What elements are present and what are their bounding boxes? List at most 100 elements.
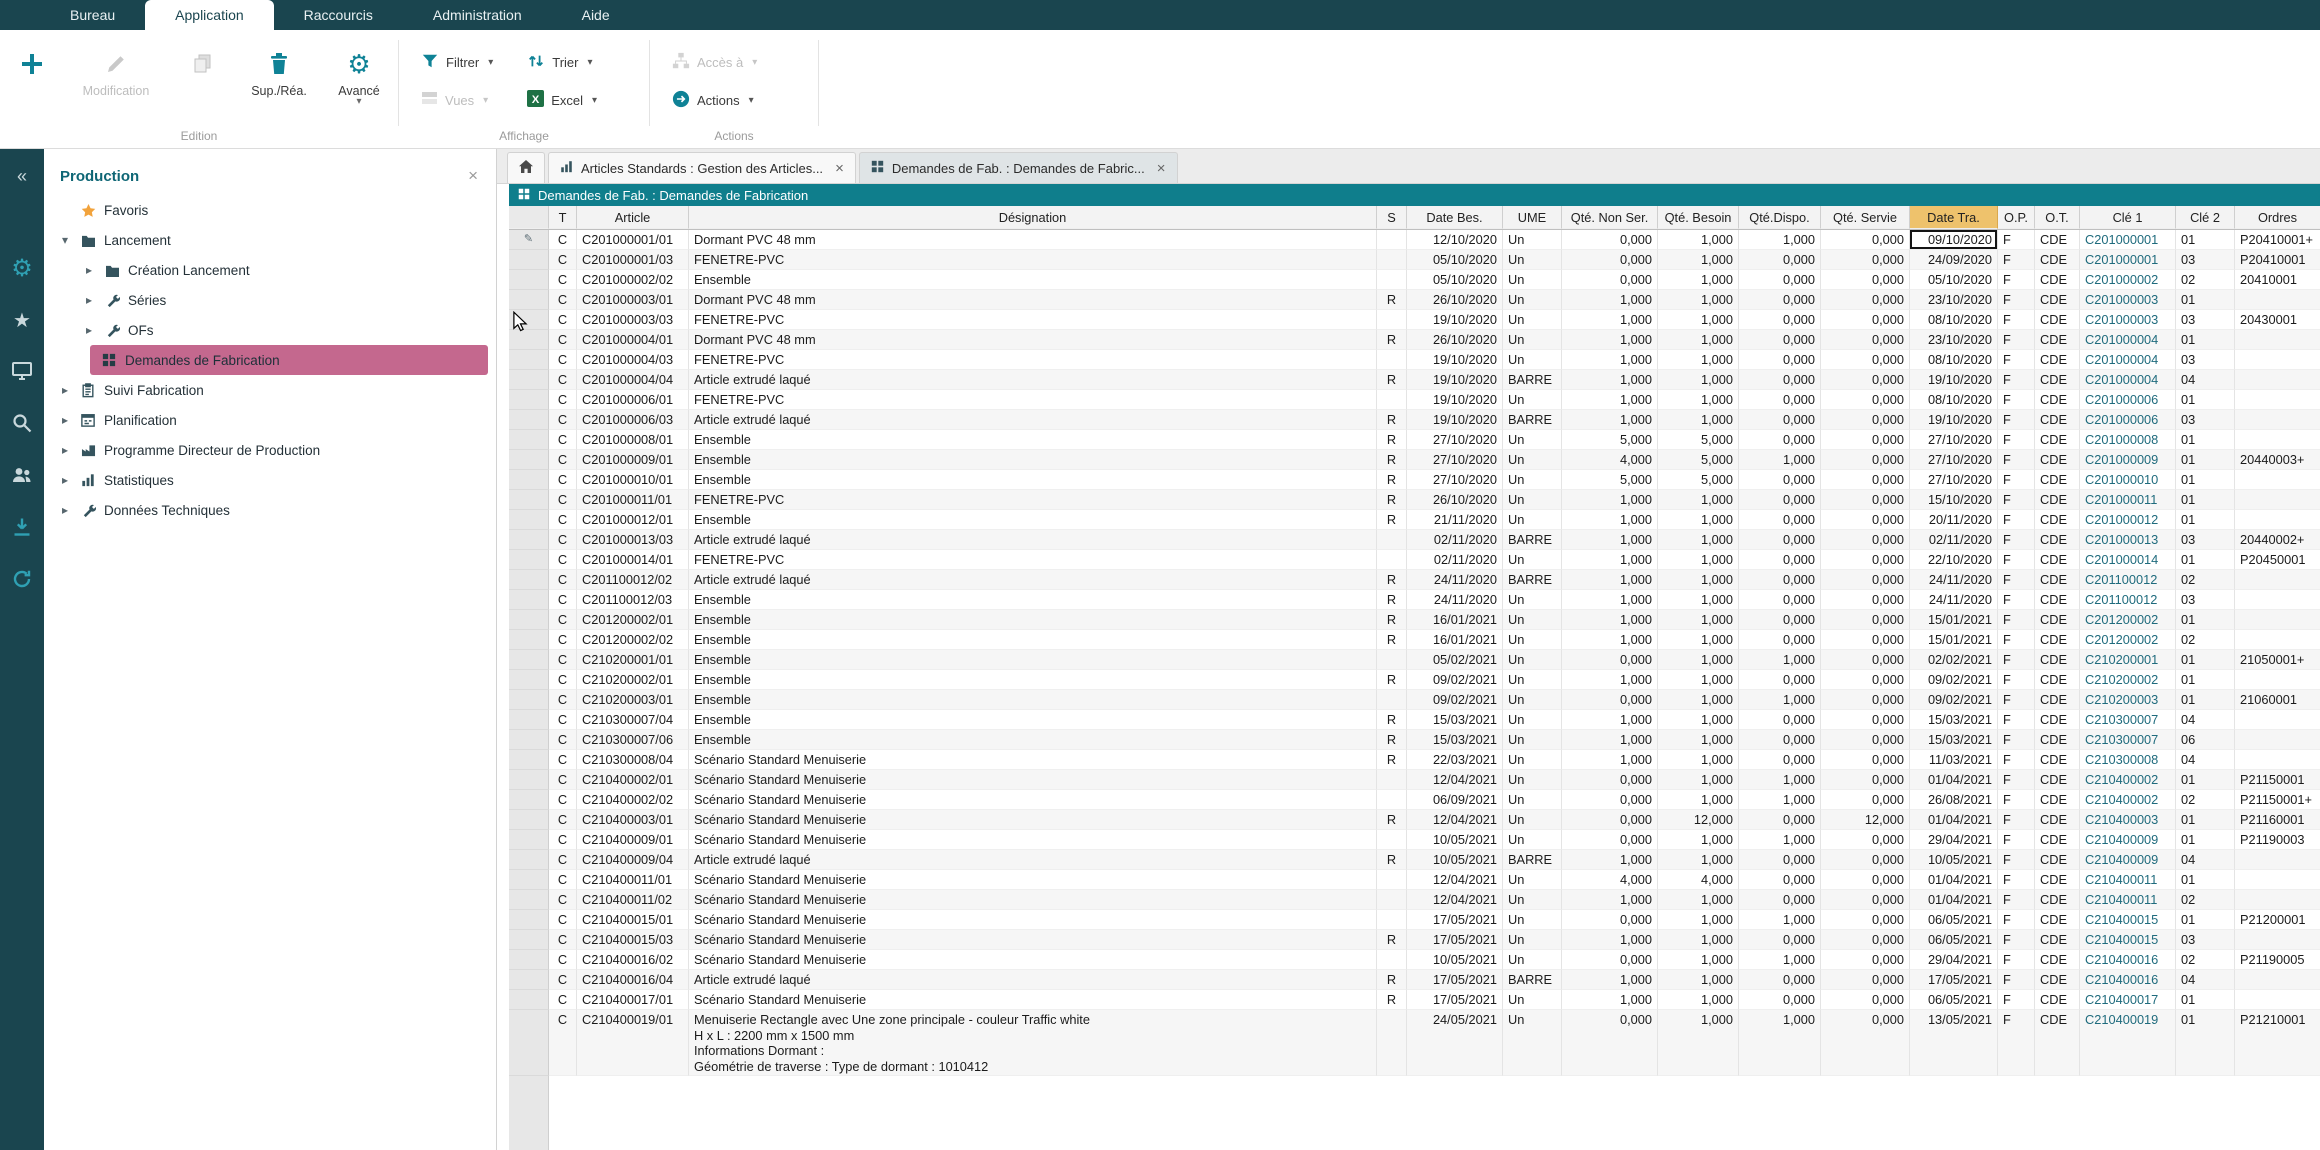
- column-header[interactable]: O.T.: [2035, 206, 2080, 229]
- table-cell[interactable]: C201100012/02: [577, 570, 689, 590]
- table-cell[interactable]: 0,000: [1739, 710, 1821, 730]
- menu-administration[interactable]: Administration: [403, 0, 552, 30]
- table-row[interactable]: C C201000004/01 Dormant PVC 48 mm R 26/1…: [509, 330, 2320, 350]
- table-cell[interactable]: Ensemble: [689, 510, 1377, 530]
- table-cell[interactable]: C201000010: [2080, 470, 2176, 490]
- table-cell[interactable]: 0,000: [1821, 870, 1910, 890]
- table-cell[interactable]: 0,000: [1739, 330, 1821, 350]
- collapse-sidebar-button[interactable]: «: [0, 161, 44, 191]
- table-cell[interactable]: 19/10/2020: [1407, 390, 1503, 410]
- close-icon[interactable]: ×: [835, 160, 844, 177]
- table-cell[interactable]: Un: [1503, 250, 1562, 270]
- table-cell[interactable]: [1377, 550, 1407, 570]
- table-cell[interactable]: P20450001: [2235, 550, 2320, 570]
- table-cell[interactable]: 0,000: [1821, 490, 1910, 510]
- table-cell[interactable]: Ensemble: [689, 630, 1377, 650]
- table-cell[interactable]: F: [1998, 890, 2035, 910]
- table-cell[interactable]: 08/10/2020: [1910, 390, 1998, 410]
- row-selector[interactable]: [509, 950, 549, 970]
- row-selector[interactable]: [509, 310, 549, 330]
- table-cell[interactable]: 27/10/2020: [1407, 450, 1503, 470]
- table-row[interactable]: C C201000014/01 FENETRE-PVC 02/11/2020 U…: [509, 550, 2320, 570]
- table-cell[interactable]: 1,000: [1562, 290, 1658, 310]
- table-row[interactable]: C C210400009/01 Scénario Standard Menuis…: [509, 830, 2320, 850]
- table-cell[interactable]: 0,000: [1821, 370, 1910, 390]
- table-cell[interactable]: C210400019: [2080, 1010, 2176, 1076]
- table-cell[interactable]: F: [1998, 490, 2035, 510]
- row-selector[interactable]: [509, 450, 549, 470]
- table-cell[interactable]: C210200003/01: [577, 690, 689, 710]
- table-cell[interactable]: P21190005: [2235, 950, 2320, 970]
- table-cell[interactable]: Scénario Standard Menuiserie: [689, 830, 1377, 850]
- table-cell[interactable]: 0,000: [1739, 250, 1821, 270]
- table-cell[interactable]: C210300008/04: [577, 750, 689, 770]
- table-cell[interactable]: Un: [1503, 430, 1562, 450]
- table-cell[interactable]: 5,000: [1562, 430, 1658, 450]
- table-cell[interactable]: C: [549, 790, 577, 810]
- close-icon[interactable]: ×: [1157, 160, 1166, 177]
- table-cell[interactable]: C210400011/01: [577, 870, 689, 890]
- table-cell[interactable]: CDE: [2035, 630, 2080, 650]
- table-cell[interactable]: 08/10/2020: [1910, 350, 1998, 370]
- table-row[interactable]: C C201000013/03 Article extrudé laqué 02…: [509, 530, 2320, 550]
- table-cell[interactable]: 06/05/2021: [1910, 910, 1998, 930]
- table-cell[interactable]: C210400016/04: [577, 970, 689, 990]
- table-cell[interactable]: 1,000: [1658, 310, 1739, 330]
- table-cell[interactable]: Scénario Standard Menuiserie: [689, 950, 1377, 970]
- table-cell[interactable]: C: [549, 490, 577, 510]
- table-cell[interactable]: C210400011: [2080, 890, 2176, 910]
- table-cell[interactable]: 1,000: [1658, 990, 1739, 1010]
- display-rail-button[interactable]: [0, 357, 44, 387]
- table-cell[interactable]: C201000001: [2080, 250, 2176, 270]
- row-selector[interactable]: [509, 410, 549, 430]
- table-cell[interactable]: CDE: [2035, 970, 2080, 990]
- table-cell[interactable]: 04: [2176, 970, 2235, 990]
- table-cell[interactable]: F: [1998, 970, 2035, 990]
- table-cell[interactable]: 12/04/2021: [1407, 810, 1503, 830]
- table-cell[interactable]: 17/05/2021: [1910, 970, 1998, 990]
- table-cell[interactable]: C201000004/01: [577, 330, 689, 350]
- table-cell[interactable]: 09/02/2021: [1910, 670, 1998, 690]
- table-row[interactable]: C C210400009/04 Article extrudé laqué R …: [509, 850, 2320, 870]
- table-cell[interactable]: Un: [1503, 350, 1562, 370]
- table-cell[interactable]: C210400015: [2080, 910, 2176, 930]
- table-cell[interactable]: CDE: [2035, 350, 2080, 370]
- table-cell[interactable]: 0,000: [1739, 270, 1821, 290]
- table-cell[interactable]: C: [549, 370, 577, 390]
- table-cell[interactable]: CDE: [2035, 270, 2080, 290]
- table-cell[interactable]: 1,000: [1658, 410, 1739, 430]
- table-cell[interactable]: 0,000: [1739, 590, 1821, 610]
- import-rail-button[interactable]: [0, 513, 44, 543]
- table-cell[interactable]: C: [549, 970, 577, 990]
- menu-raccourcis[interactable]: Raccourcis: [274, 0, 403, 30]
- table-cell[interactable]: Un: [1503, 750, 1562, 770]
- table-row[interactable]: C C210400016/02 Scénario Standard Menuis…: [509, 950, 2320, 970]
- table-row[interactable]: C C210400002/01 Scénario Standard Menuis…: [509, 770, 2320, 790]
- table-cell[interactable]: R: [1377, 970, 1407, 990]
- table-cell[interactable]: 22/03/2021: [1407, 750, 1503, 770]
- table-cell[interactable]: 09/10/2020: [1910, 230, 1998, 250]
- table-cell[interactable]: CDE: [2035, 950, 2080, 970]
- table-cell[interactable]: BARRE: [1503, 410, 1562, 430]
- table-cell[interactable]: 1,000: [1562, 310, 1658, 330]
- column-header[interactable]: Désignation: [689, 206, 1377, 229]
- table-cell[interactable]: Un: [1503, 630, 1562, 650]
- table-cell[interactable]: [1377, 910, 1407, 930]
- table-cell[interactable]: F: [1998, 350, 2035, 370]
- table-cell[interactable]: R: [1377, 410, 1407, 430]
- table-cell[interactable]: F: [1998, 1010, 2035, 1076]
- table-cell[interactable]: C210200001/01: [577, 650, 689, 670]
- table-cell[interactable]: 0,000: [1739, 750, 1821, 770]
- table-cell[interactable]: CDE: [2035, 910, 2080, 930]
- column-header[interactable]: Ordres: [2235, 206, 2320, 229]
- table-cell[interactable]: CDE: [2035, 390, 2080, 410]
- table-cell[interactable]: Article extrudé laqué: [689, 370, 1377, 390]
- table-row[interactable]: C C201000008/01 Ensemble R 27/10/2020 Un…: [509, 430, 2320, 450]
- table-cell[interactable]: [2235, 970, 2320, 990]
- table-cell[interactable]: 1,000: [1562, 410, 1658, 430]
- table-cell[interactable]: 1,000: [1658, 370, 1739, 390]
- table-cell[interactable]: [2235, 850, 2320, 870]
- table-cell[interactable]: Ensemble: [689, 470, 1377, 490]
- table-cell[interactable]: 10/05/2021: [1910, 850, 1998, 870]
- table-cell[interactable]: F: [1998, 370, 2035, 390]
